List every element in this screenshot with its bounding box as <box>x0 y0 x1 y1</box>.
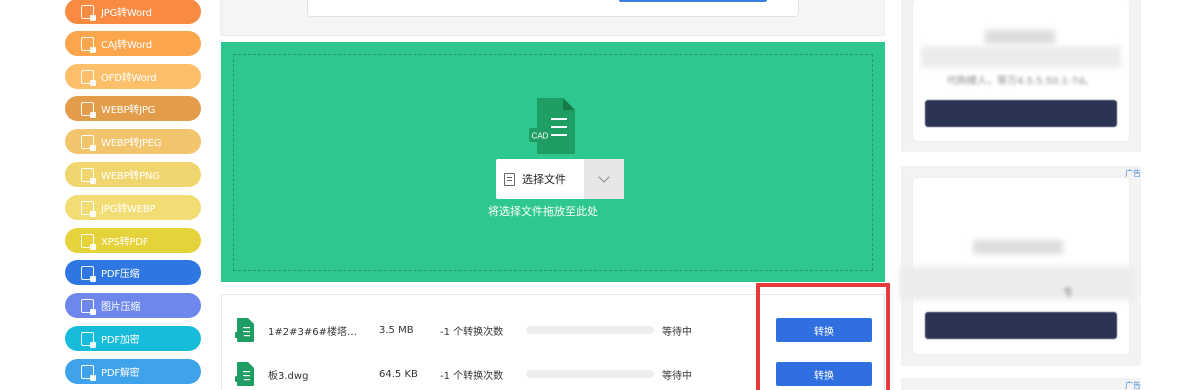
sidebar-item-label: XPS转PDF <box>101 237 149 248</box>
sidebar-item-label: WEBP转PNG <box>101 171 160 182</box>
sidebar-item-label: PDF解密 <box>101 368 140 379</box>
previous-section <box>220 0 885 36</box>
file-size: 64.5 KB <box>379 368 418 380</box>
file-name: 板3.dwg <box>268 370 309 382</box>
select-file-label: 选择文件 <box>522 173 566 186</box>
blurred-ad-content <box>985 30 1055 44</box>
lock-icon <box>81 331 96 348</box>
cad-label: CAD <box>532 132 549 141</box>
select-file-control: 选择文件 <box>496 159 624 199</box>
sidebar-item-image-compress[interactable]: 图片压缩 <box>65 293 201 318</box>
sidebar-item-ofd-to-word[interactable]: OFD转Word <box>65 64 201 89</box>
file-name: 1#2#3#6#楼塔和... <box>268 326 364 338</box>
file-convert-icon <box>81 101 96 118</box>
ad-panel: 代购楼人，等万4.5.5.50.1-7d。 <box>901 0 1141 152</box>
file-convert-icon <box>81 233 96 250</box>
sidebar-item-label: WEBP转JPG <box>101 105 156 116</box>
unlock-icon <box>81 364 96 381</box>
sidebar-item-webp-to-jpeg[interactable]: WEBP转JPEG <box>65 129 201 154</box>
sidebar-item-jpg-to-webp[interactable]: JPG转WEBP <box>65 195 201 220</box>
sidebar-item-jpg-to-word[interactable]: JPG转Word <box>65 0 201 24</box>
image-icon <box>81 298 96 315</box>
sidebar-item-label: 图片压缩 <box>101 302 141 313</box>
sidebar-item-pdf-decrypt[interactable]: PDF解密 <box>65 359 201 384</box>
previous-button-edge[interactable] <box>619 0 767 2</box>
ad-panel: 广告 <box>901 378 1141 390</box>
file-status: 等待中 <box>662 370 692 382</box>
ad-button[interactable] <box>925 100 1117 127</box>
chevron-down-icon <box>598 171 610 183</box>
sidebar-item-label: JPG转Word <box>101 8 152 19</box>
compress-icon <box>81 265 96 282</box>
ad-button[interactable] <box>925 312 1117 339</box>
blurred-ad-content <box>973 240 1063 254</box>
sidebar-item-pdf-encrypt[interactable]: PDF加密 <box>65 326 201 351</box>
sidebar-item-caj-to-word[interactable]: CAJ转Word <box>65 31 201 56</box>
sidebar-item-label: JPG转WEBP <box>101 204 156 215</box>
document-icon <box>504 172 515 186</box>
file-status: 等待中 <box>662 326 692 338</box>
select-source-dropdown[interactable] <box>584 159 624 199</box>
ad-tag: 广告 <box>1125 169 1141 178</box>
progress-bar <box>526 326 654 334</box>
ad-card[interactable]: 专 <box>899 178 1135 354</box>
file-size: 3.5 MB <box>379 324 414 336</box>
ad-text: 代购楼人，等万4.5.5.50.1-7d。 <box>947 76 1095 87</box>
file-convert-icon <box>81 167 96 184</box>
file-convert-icon <box>81 4 96 21</box>
conversion-count: -1 个转换次数 <box>440 326 504 338</box>
file-convert-icon <box>81 134 96 151</box>
sidebar-item-label: WEBP转JPEG <box>101 138 162 149</box>
upload-dropzone[interactable]: CAD 选择文件 将选择文件拖放至此处 <box>221 42 885 282</box>
cad-file-icon: CAD <box>529 98 575 154</box>
sidebar-item-webp-to-png[interactable]: WEBP转PNG <box>65 162 201 187</box>
cad-file-icon <box>235 318 254 342</box>
sidebar-item-label: CAJ转Word <box>101 40 152 51</box>
sidebar-item-xps-to-pdf[interactable]: XPS转PDF <box>65 228 201 253</box>
sidebar-item-label: OFD转Word <box>101 73 157 84</box>
file-convert-icon <box>81 200 96 217</box>
highlight-box <box>756 283 890 390</box>
cad-file-icon <box>235 362 254 386</box>
ad-tag: 广告 <box>1125 381 1141 390</box>
progress-bar <box>526 370 654 378</box>
sidebar-item-pdf-compress[interactable]: PDF压缩 <box>65 260 201 285</box>
drop-hint-text: 将选择文件拖放至此处 <box>488 205 598 218</box>
page: JPG转Word CAJ转Word OFD转Word WEBP转JPG WEBP… <box>0 0 1199 390</box>
sidebar-item-webp-to-jpg[interactable]: WEBP转JPG <box>65 96 201 121</box>
select-file-button[interactable]: 选择文件 <box>496 159 584 199</box>
previous-card <box>307 0 799 17</box>
ad-text: 专 <box>1063 288 1073 299</box>
file-convert-icon <box>81 69 96 86</box>
ad-panel: 广告 专 <box>899 166 1141 366</box>
sidebar-item-label: PDF加密 <box>101 335 140 346</box>
blurred-ad-content <box>921 46 1121 68</box>
sidebar-item-label: PDF压缩 <box>101 269 140 280</box>
ad-card[interactable]: 代购楼人，等万4.5.5.50.1-7d。 <box>913 0 1129 141</box>
file-convert-icon <box>81 36 96 53</box>
conversion-count: -1 个转换次数 <box>440 370 504 382</box>
blurred-ad-content <box>899 266 1135 300</box>
